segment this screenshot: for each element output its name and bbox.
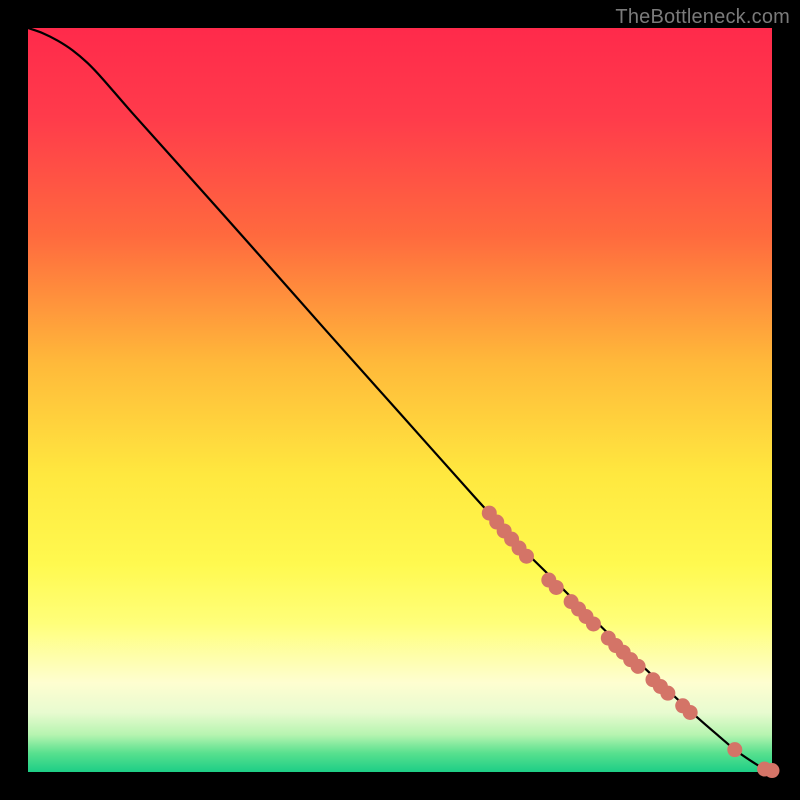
data-point-marker (519, 549, 534, 564)
chart-stage: TheBottleneck.com (0, 0, 800, 800)
watermark-text: TheBottleneck.com (615, 6, 790, 29)
data-point-marker (683, 705, 698, 720)
data-point-marker (727, 742, 742, 757)
data-point-marker (660, 686, 675, 701)
chart-svg (0, 0, 800, 800)
data-point-marker (765, 763, 780, 778)
plot-background (28, 28, 772, 772)
data-point-marker (586, 616, 601, 631)
data-point-marker (549, 580, 564, 595)
data-point-marker (631, 659, 646, 674)
